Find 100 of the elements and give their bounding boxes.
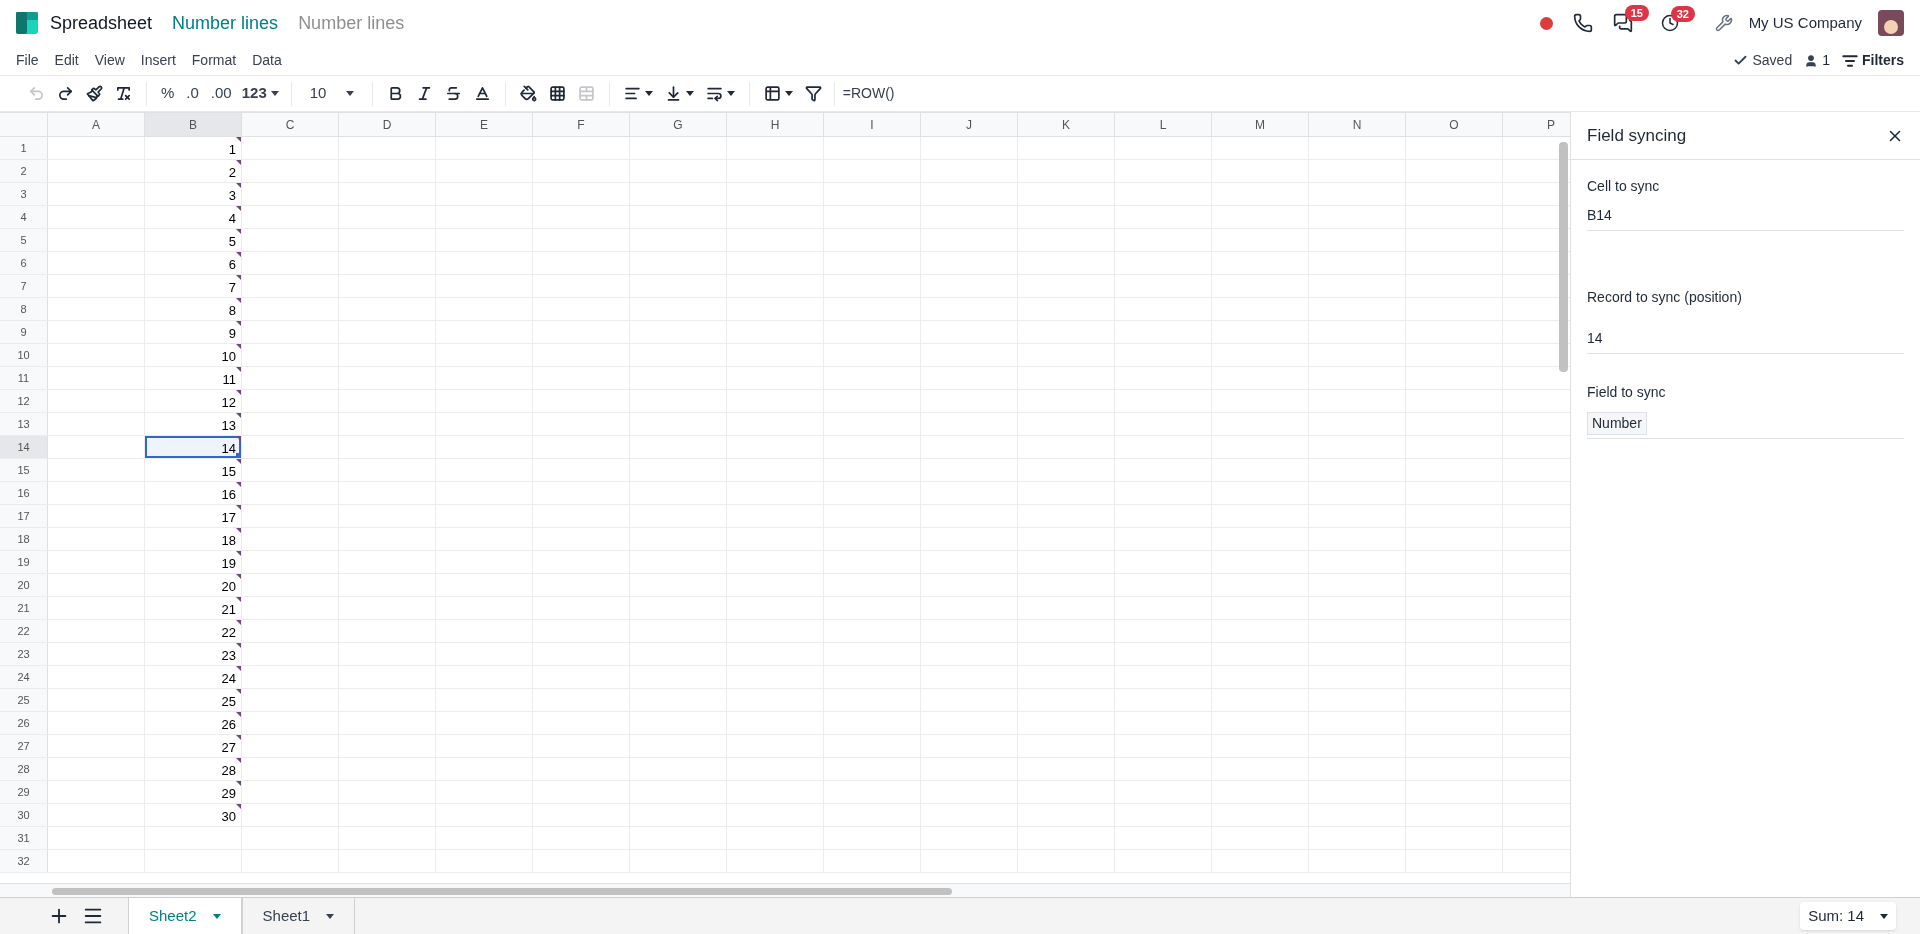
strikethrough-icon: [444, 85, 462, 102]
input-field[interactable]: 14: [1587, 328, 1904, 354]
row-header[interactable]: 14: [0, 436, 48, 458]
column-header[interactable]: D: [339, 113, 436, 136]
table-cell: 27: [221, 740, 236, 756]
dropdown-button[interactable]: 123: [239, 79, 281, 108]
column-header[interactable]: P: [1503, 113, 1570, 136]
row-header[interactable]: 13: [0, 413, 48, 435]
row-header[interactable]: 27: [0, 735, 48, 757]
column-header[interactable]: J: [921, 113, 1018, 136]
sheet-tab[interactable]: Sheet2: [128, 898, 242, 934]
row-header[interactable]: 7: [0, 275, 48, 297]
row-header[interactable]: 21: [0, 597, 48, 619]
caret-icon: [212, 913, 221, 919]
row-header[interactable]: 2: [0, 160, 48, 182]
row-header[interactable]: 22: [0, 620, 48, 642]
row-header[interactable]: 5: [0, 229, 48, 251]
column-header[interactable]: O: [1406, 113, 1503, 136]
table-cell: 22: [221, 625, 236, 641]
row-header[interactable]: 3: [0, 183, 48, 205]
selected-cell[interactable]: 14: [145, 436, 242, 458]
sheet-tab[interactable]: Sheet1: [241, 898, 356, 934]
vertical-scrollbar[interactable]: [1559, 142, 1568, 372]
row-header[interactable]: 17: [0, 505, 48, 527]
table-cell: 15: [221, 464, 236, 480]
table-cell: 9: [228, 326, 236, 342]
column-header[interactable]: M: [1212, 113, 1309, 136]
format-button[interactable]: .0: [182, 79, 203, 108]
field-label: Record to sync (position): [1587, 288, 1743, 307]
row-header[interactable]: 11: [0, 367, 48, 389]
panel-title: Field syncing: [1587, 124, 1687, 147]
row-header[interactable]: 9: [0, 321, 48, 343]
avatar[interactable]: [1878, 10, 1904, 36]
font-size-select[interactable]: 10: [301, 79, 362, 108]
row-header[interactable]: 30: [0, 804, 48, 826]
breadcrumb-link[interactable]: Number lines: [172, 9, 279, 37]
filters-button[interactable]: Filters: [1842, 50, 1904, 71]
table-cell: 19: [221, 556, 236, 572]
row-header[interactable]: 18: [0, 528, 48, 550]
row-header[interactable]: 4: [0, 206, 48, 228]
field-selector[interactable]: Number: [1587, 411, 1904, 439]
phone-icon[interactable]: [1572, 13, 1593, 33]
chat-icon[interactable]: [1612, 13, 1633, 33]
clock-icon[interactable]: [1660, 14, 1679, 32]
app-logo-icon: [16, 12, 38, 34]
row-header[interactable]: 31: [0, 827, 48, 849]
horizontal-scrollbar[interactable]: [52, 888, 952, 895]
menu-item[interactable]: View: [94, 50, 125, 71]
menu-item[interactable]: Data: [252, 50, 282, 71]
column-header[interactable]: G: [630, 113, 727, 136]
menu-item[interactable]: Format: [191, 50, 237, 71]
menu-item[interactable]: Edit: [54, 50, 79, 71]
menu-item[interactable]: Insert: [140, 50, 176, 71]
format-button[interactable]: .00: [206, 79, 236, 108]
column-header[interactable]: K: [1018, 113, 1115, 136]
caret-icon: [326, 913, 335, 919]
row-header[interactable]: 19: [0, 551, 48, 573]
sum-dropdown[interactable]: Sum: 14: [1800, 902, 1896, 930]
row-header[interactable]: 20: [0, 574, 48, 596]
row-header[interactable]: 23: [0, 643, 48, 665]
row-header[interactable]: 24: [0, 666, 48, 688]
row-header[interactable]: 25: [0, 689, 48, 711]
table-cell: 2: [228, 165, 236, 181]
app-name[interactable]: Spreadsheet: [50, 9, 153, 37]
row-header[interactable]: 10: [0, 344, 48, 366]
column-header[interactable]: F: [533, 113, 630, 136]
column-header[interactable]: E: [436, 113, 533, 136]
row-header[interactable]: 12: [0, 390, 48, 412]
row-header[interactable]: 16: [0, 482, 48, 504]
borders-icon: [548, 85, 566, 102]
row-header[interactable]: 26: [0, 712, 48, 734]
table-icon: [763, 85, 781, 102]
format-button[interactable]: %: [157, 79, 179, 108]
column-header[interactable]: H: [727, 113, 824, 136]
table-cell: 25: [221, 694, 236, 710]
row-header[interactable]: 15: [0, 459, 48, 481]
caret-icon: [784, 91, 793, 96]
table-cell: 29: [221, 786, 236, 802]
row-header[interactable]: 8: [0, 298, 48, 320]
formula-field[interactable]: =ROW(): [842, 83, 1896, 104]
row-header[interactable]: 32: [0, 850, 48, 872]
table-cell: 5: [228, 234, 236, 250]
row-header[interactable]: 1: [0, 137, 48, 159]
menu-item[interactable]: File: [16, 50, 39, 71]
selection-handle[interactable]: [236, 453, 241, 458]
input-field[interactable]: B14: [1587, 205, 1904, 231]
row-header[interactable]: 29: [0, 781, 48, 803]
field-label: Field to sync: [1587, 383, 1667, 402]
column-header[interactable]: C: [242, 113, 339, 136]
company-switcher[interactable]: My US Company: [1748, 11, 1862, 35]
column-header[interactable]: L: [1115, 113, 1212, 136]
table-cell: 1: [228, 142, 236, 158]
column-header[interactable]: I: [824, 113, 921, 136]
column-header[interactable]: N: [1309, 113, 1406, 136]
table-cell: 21: [221, 602, 236, 618]
row-header[interactable]: 28: [0, 758, 48, 780]
tools-icon[interactable]: [1714, 14, 1733, 32]
column-header[interactable]: B: [145, 113, 242, 136]
table-cell: 12: [221, 395, 236, 411]
row-header[interactable]: 6: [0, 252, 48, 274]
